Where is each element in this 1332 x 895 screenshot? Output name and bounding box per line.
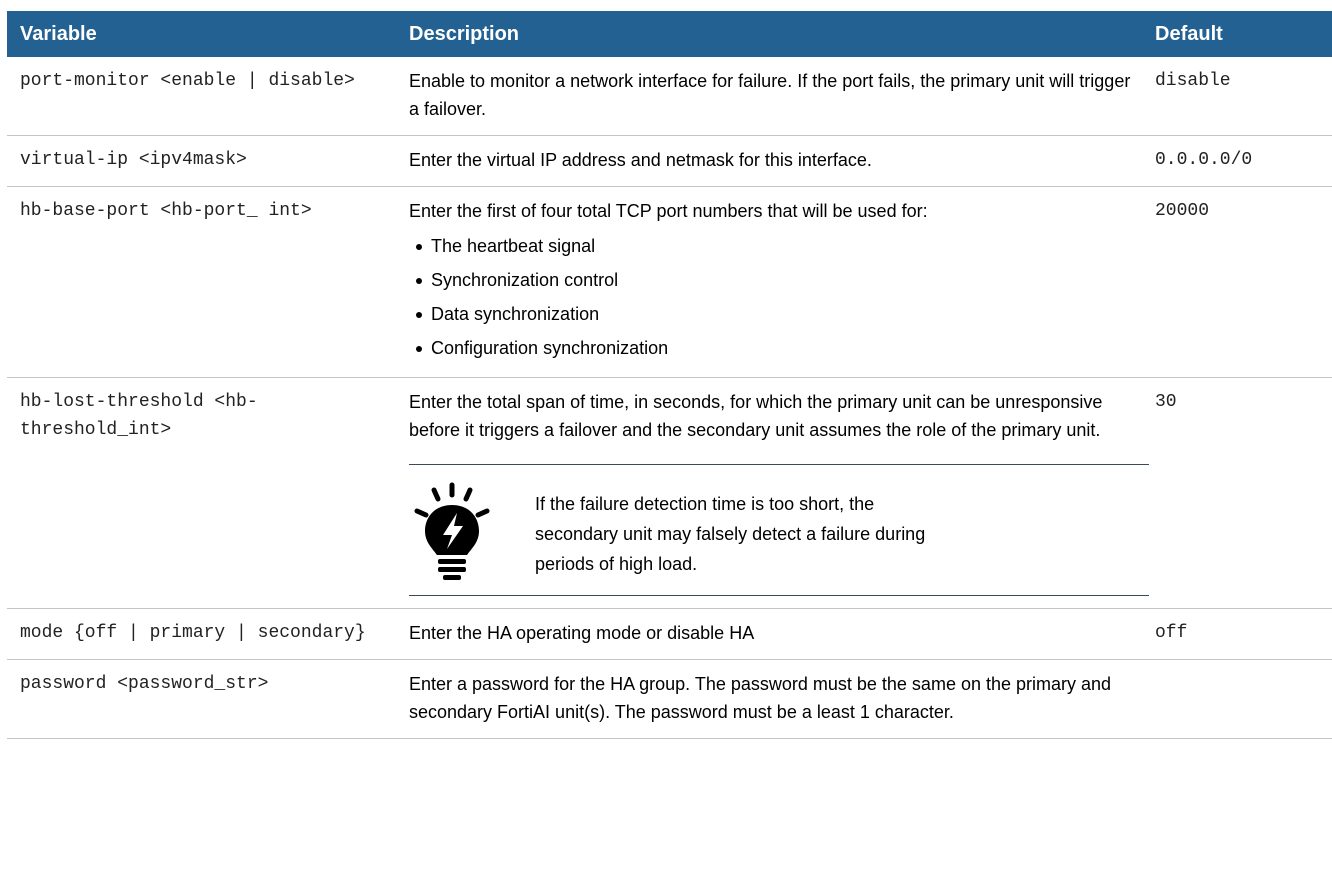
table-row: hb-lost-threshold <hb-threshold_int> Ent… [7,377,1332,609]
description-text: Enter the total span of time, in seconds… [409,392,1103,440]
lightbulb-tip-icon [409,481,505,581]
description-cell: Enter the virtual IP address and netmask… [397,135,1152,187]
default-cell: 30 [1152,377,1332,609]
variable-cell: hb-lost-threshold <hb-threshold_int> [7,377,397,609]
table-row: hb-base-port <hb-port_ int> Enter the fi… [7,186,1332,378]
default-cell: 20000 [1152,186,1332,378]
table-row: password <password_str> Enter a password… [7,659,1332,739]
default-cell: 0.0.0.0/0 [1152,135,1332,187]
table-row: virtual-ip <ipv4mask> Enter the virtual … [7,135,1332,187]
table-row: mode {off | primary | secondary} Enter t… [7,608,1332,660]
description-cell: Enter the HA operating mode or disable H… [397,608,1152,660]
bullet-list: The heartbeat signal Synchronization con… [409,229,1144,365]
variable-cell: port-monitor <enable | disable> [7,57,397,136]
description-cell: Enable to monitor a network interface fo… [397,57,1152,136]
cli-reference-table: Variable Description Default port-monito… [7,11,1332,739]
tip-text: If the failure detection time is too sho… [535,494,926,574]
list-item: Data synchronization [409,297,1144,331]
variable-cell: hb-base-port <hb-port_ int> [7,186,397,378]
description-cell: Enter the first of four total TCP port n… [397,186,1152,378]
default-cell: disable [1152,57,1332,136]
tip-callout: If the failure detection time is too sho… [409,464,1149,596]
list-item: Configuration synchronization [409,331,1144,365]
header-description: Description [397,11,1152,57]
table-header-row: Variable Description Default [7,11,1332,57]
description-cell: Enter a password for the HA group. The p… [397,659,1152,739]
description-text: Enter the first of four total TCP port n… [409,201,928,221]
variable-cell: mode {off | primary | secondary} [7,608,397,660]
variable-cell: password <password_str> [7,659,397,739]
default-cell [1152,659,1332,739]
default-cell: off [1152,608,1332,660]
header-variable: Variable [7,11,397,57]
variable-cell: virtual-ip <ipv4mask> [7,135,397,187]
description-cell: Enter the total span of time, in seconds… [397,377,1152,609]
header-default: Default [1152,11,1332,57]
list-item: Synchronization control [409,263,1144,297]
table-row: port-monitor <enable | disable> Enable t… [7,57,1332,136]
list-item: The heartbeat signal [409,229,1144,263]
